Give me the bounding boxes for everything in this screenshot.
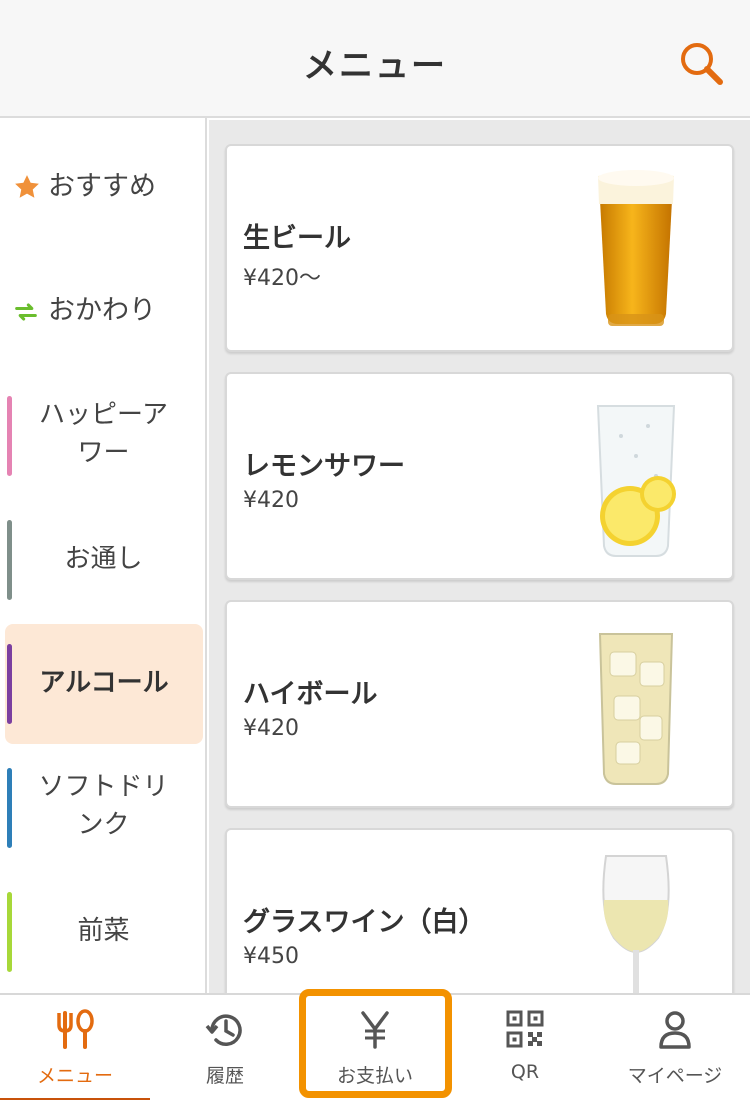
- category-item-alcohol[interactable]: アルコール: [5, 624, 203, 744]
- nav-history[interactable]: 履歴: [150, 995, 300, 1100]
- lemon-sour-glass-image: [596, 405, 676, 557]
- category-label: お通し: [64, 544, 143, 574]
- beer-glass-image: [598, 170, 674, 326]
- category-label: おすすめ: [48, 171, 156, 202]
- nav-mypage[interactable]: マイページ: [600, 995, 750, 1100]
- category-label: アルコール: [39, 668, 169, 698]
- category-label: 前菜: [77, 916, 130, 946]
- nav-label: お支払い: [336, 1065, 413, 1087]
- menu-item-price: ¥420: [243, 716, 299, 741]
- nav-label: QR: [510, 1061, 540, 1083]
- bottom-navigation: メニュー 履歴 お支払い QR マイページ: [0, 993, 750, 1100]
- star-icon: [15, 175, 39, 198]
- menu-item-name: ハイボール: [243, 679, 378, 710]
- white-wine-glass-image: [602, 855, 670, 993]
- menu-item-price: ¥420〜: [243, 266, 321, 291]
- person-icon: [659, 1011, 691, 1049]
- highball-glass-image: [598, 633, 674, 785]
- app-header: メニュー: [0, 0, 750, 118]
- category-label: おかわり: [48, 295, 156, 326]
- menu-item-name: レモンサワー: [243, 451, 405, 482]
- category-item-happy-hour[interactable]: ハッピーア ワー: [0, 394, 207, 476]
- page-title: メニュー: [303, 46, 447, 86]
- category-label: ソフトドリ ンク: [38, 772, 169, 840]
- category-item-soft-drink[interactable]: ソフトドリ ンク: [0, 766, 207, 848]
- category-item-appetizer[interactable]: 前菜: [0, 890, 207, 972]
- refill-icon: [15, 303, 37, 321]
- qr-icon: [506, 1010, 544, 1048]
- nav-payment[interactable]: お支払い: [300, 995, 450, 1100]
- category-sidebar: おすすめ おかわり ハッピーア ワー お通し アルコール ソフトドリ ンク 前菜: [0, 118, 207, 993]
- nav-label: メニュー: [36, 1065, 113, 1087]
- menu-item-card[interactable]: ハイボール ¥420: [225, 600, 734, 808]
- nav-label: マイページ: [627, 1065, 723, 1087]
- menu-item-name: グラスワイン（白）: [243, 907, 486, 938]
- search-button[interactable]: [678, 40, 726, 88]
- menu-item-name: 生ビール: [243, 223, 351, 254]
- nav-qr[interactable]: QR: [450, 995, 600, 1100]
- nav-menu[interactable]: メニュー: [0, 995, 150, 1100]
- menu-item-price: ¥450: [243, 944, 299, 969]
- category-item-recommended[interactable]: おすすめ: [0, 158, 207, 218]
- menu-item-list[interactable]: 生ビール ¥420〜 レモンサワー ¥420 ハイボール ¥420 グラスワイン…: [209, 120, 750, 993]
- search-icon: [681, 43, 723, 85]
- yen-icon: [361, 1011, 389, 1049]
- history-icon: [205, 1014, 242, 1046]
- menu-item-card[interactable]: 生ビール ¥420〜: [225, 144, 734, 352]
- category-item-refill[interactable]: おかわり: [0, 282, 207, 342]
- menu-item-price: ¥420: [243, 488, 299, 513]
- category-item-otoshi[interactable]: お通し: [0, 518, 207, 600]
- category-label: ハッピーア ワー: [39, 400, 168, 468]
- nav-label: 履歴: [205, 1065, 244, 1087]
- menu-item-card[interactable]: レモンサワー ¥420: [225, 372, 734, 580]
- cutlery-icon: [57, 1009, 94, 1049]
- menu-item-card[interactable]: グラスワイン（白） ¥450: [225, 828, 734, 993]
